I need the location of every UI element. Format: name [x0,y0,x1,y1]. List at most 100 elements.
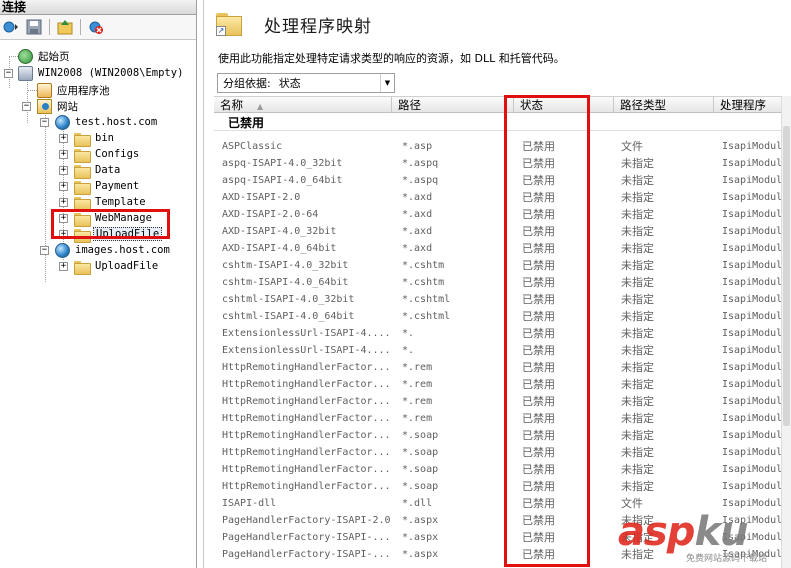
table-row[interactable]: HttpRemotingHandlerFactor... *.rem 已禁用 未指定 I… [214,410,791,427]
table-cell: *.aspq [402,175,439,186]
table-cell: 未指定 [621,412,654,425]
table-cell: HttpRemotingHandlerFactor... [222,464,391,475]
table-cell: AXD-ISAPI-2.0-64 [222,209,319,220]
watermark-logo: aspku [618,509,749,555]
table-row[interactable]: aspq-ISAPI-4.0_32bit *.aspq 已禁用 未指定 IsapiMod… [214,155,791,172]
tree-item-label: UploadFile [95,260,159,272]
table-row[interactable]: AXD-ISAPI-4.0_64bit *.axd 已禁用 未指定 IsapiModul [214,240,791,257]
table-cell: HttpRemotingHandlerFactor... [222,413,391,424]
table-cell: *.cshtm [402,260,445,271]
watermark: aspku 免费网站源码下载站 [618,505,791,568]
highlight-box-state-column [504,95,590,567]
table-cell: 未指定 [621,259,654,272]
table-row[interactable]: aspq-ISAPI-4.0_64bit *.aspq 已禁用 未指定 IsapiMod… [214,172,791,189]
table-row[interactable]: ExtensionlessUrl-ISAPI-4.... *. 已禁用 未指定 Isap… [214,342,791,359]
highlight-box-uploadfile [51,209,170,239]
table-row[interactable]: AXD-ISAPI-2.0-64 *.axd 已禁用 未指定 IsapiModul [214,206,791,223]
table-row[interactable]: cshtm-ISAPI-4.0_32bit *.cshtm 已禁用 未指定 IsapiM… [214,257,791,274]
expand-toggle[interactable]: + [59,198,68,207]
column-header-path[interactable]: 路径 [392,97,514,113]
vertical-scrollbar[interactable] [781,96,791,568]
tree-item-start-page[interactable]: 起始页 [18,48,72,64]
folder-icon [74,148,91,163]
table-row[interactable]: HttpRemotingHandlerFactor... *.soap 已禁用 未指定… [214,427,791,444]
save-icon[interactable] [24,18,44,36]
table-cell: PageHandlerFactory-ISAPI-... [222,532,391,543]
expand-toggle[interactable]: + [59,134,68,143]
table-cell: 未指定 [621,208,654,221]
tree-item-server[interactable]: WIN2008 (WIN2008\Empty) [18,65,185,81]
tree-item-label: WIN2008 (WIN2008\Empty) [38,67,184,79]
table-row[interactable]: HttpRemotingHandlerFactor... *.soap 已禁用 未指定… [214,444,791,461]
table-row[interactable]: HttpRemotingHandlerFactor... *.soap 已禁用 未指定… [214,478,791,495]
table-cell: AXD-ISAPI-4.0_64bit [222,243,337,254]
go-up-icon[interactable] [55,18,75,36]
tree-item-folder[interactable]: Data [74,162,122,179]
collapse-server-toggle[interactable]: − [4,69,13,78]
table-cell: *.asp [402,141,433,152]
table-cell: cshtm-ISAPI-4.0_32bit [222,260,349,271]
tree-item-sites[interactable]: 网站 [37,98,80,114]
tree-item-folder[interactable]: Configs [74,146,141,163]
expand-toggle[interactable]: + [59,166,68,175]
table-row[interactable]: HttpRemotingHandlerFactor... *.rem 已禁用 未指定 I… [214,359,791,376]
page-title: 处理程序映射 [264,16,372,37]
table-row[interactable]: HttpRemotingHandlerFactor... *.rem 已禁用 未指定 I… [214,393,791,410]
sites-icon [37,98,52,114]
tree-item-folder[interactable]: Payment [74,178,141,195]
collapse-site2-toggle[interactable]: − [40,246,49,255]
tree-item-site-images[interactable]: images.host.com [55,242,172,258]
expand-toggle[interactable]: + [59,150,68,159]
table-cell: 未指定 [621,429,654,442]
scrollbar-thumb[interactable] [783,126,790,426]
table-cell: PageHandlerFactory-ISAPI-... [222,549,391,560]
table-cell: *.cshtml [402,311,451,322]
column-header-name[interactable]: 名称 ▲ [214,97,392,113]
collapse-site1-toggle[interactable]: − [40,118,49,127]
table-row[interactable]: HttpRemotingHandlerFactor... *.rem 已禁用 未指定 I… [214,376,791,393]
table-cell: *.rem [402,379,433,390]
tree-item-label: 应用程序池 [57,84,110,97]
table-row[interactable]: ASPClassic *.asp 已禁用 文件 IsapiModul [214,138,791,155]
column-header-path-type[interactable]: 路径类型 [614,97,714,113]
tree-item-folder[interactable]: UploadFile [74,258,160,275]
table-cell: *.aspq [402,158,439,169]
table-row[interactable]: cshtml-ISAPI-4.0_32bit *.cshtml 已禁用 未指定 Isap… [214,291,791,308]
table-cell: *. [402,328,415,339]
table-cell: 未指定 [621,276,654,289]
handler-mappings-grid: 名称 ▲ 路径 状态 路径类型 处理程序 已禁用 ASPClassic *.asp 已… [214,96,791,568]
connect-icon[interactable] [1,18,21,36]
table-row[interactable]: AXD-ISAPI-2.0 *.axd 已禁用 未指定 IsapiModul [214,189,791,206]
tree-item-folder[interactable]: Template [74,194,148,211]
dropdown-arrow-icon[interactable]: ▼ [380,74,394,92]
table-cell: HttpRemotingHandlerFactor... [222,379,391,390]
connections-toolbar [0,15,196,40]
table-cell: 未指定 [621,191,654,204]
tree-item-site-test[interactable]: test.host.com [55,114,159,130]
table-cell: 未指定 [621,225,654,238]
watermark-subtitle: 免费网站源码下载站 [686,554,768,564]
expand-toggle[interactable]: + [59,182,68,191]
table-cell: 未指定 [621,327,654,340]
column-header-handler[interactable]: 处理程序 [714,97,791,113]
table-cell: *.rem [402,362,433,373]
table-cell: ExtensionlessUrl-ISAPI-4.... [222,328,391,339]
table-cell: 未指定 [621,344,654,357]
tree-item-app-pools[interactable]: 应用程序池 [37,82,112,98]
tree-item-label: Configs [95,148,140,160]
table-row[interactable]: AXD-ISAPI-4.0_32bit *.axd 已禁用 未指定 IsapiModul [214,223,791,240]
table-row[interactable]: ExtensionlessUrl-ISAPI-4.... *. 已禁用 未指定 Isap… [214,325,791,342]
tree-item-folder[interactable]: bin [74,130,116,147]
server-icon [18,65,33,81]
expand-toggle[interactable]: + [59,262,68,271]
table-cell: *.rem [402,413,433,424]
table-row[interactable]: cshtm-ISAPI-4.0_64bit *.cshtm 已禁用 未指定 IsapiM… [214,274,791,291]
table-row[interactable]: cshtml-ISAPI-4.0_64bit *.cshtml 已禁用 未指定 Isap… [214,308,791,325]
table-cell: HttpRemotingHandlerFactor... [222,447,391,458]
collapse-sites-toggle[interactable]: − [22,102,31,111]
globe-icon [55,114,70,130]
table-row[interactable]: HttpRemotingHandlerFactor... *.soap 已禁用 未指定… [214,461,791,478]
table-cell: ExtensionlessUrl-ISAPI-4.... [222,345,391,356]
group-by-select[interactable]: 分组依据: 状态 ▼ [217,73,395,93]
disconnect-icon[interactable] [86,18,106,36]
